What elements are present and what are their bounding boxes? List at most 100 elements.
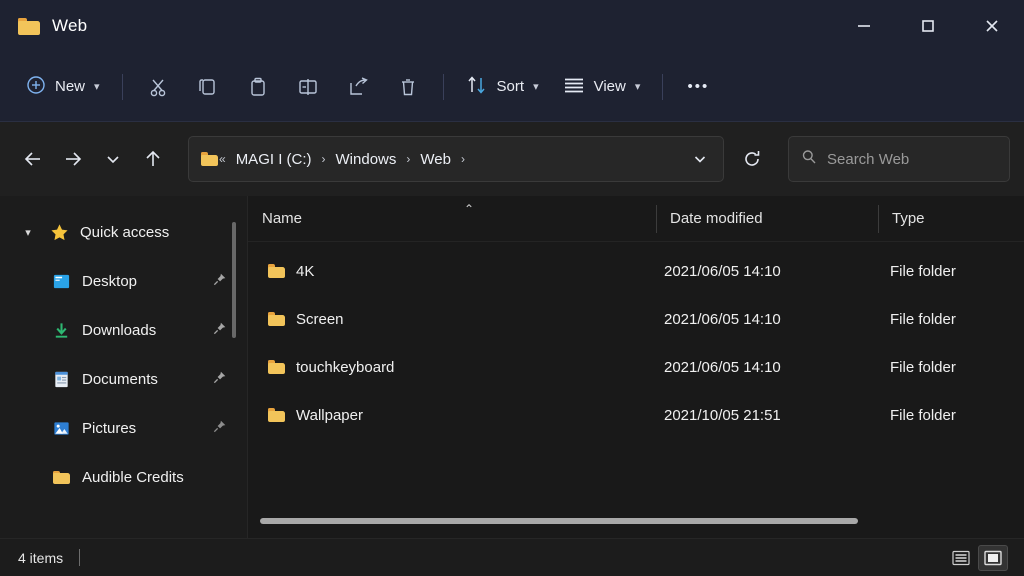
breadcrumb-overflow[interactable]: « <box>218 152 227 166</box>
cut-icon[interactable] <box>133 66 183 108</box>
file-date-modified: 2021/06/05 14:10 <box>664 358 781 376</box>
sidebar-item-audible-credits[interactable]: Audible Credits <box>6 453 242 502</box>
file-date-modified: 2021/10/05 21:51 <box>664 406 781 424</box>
large-icons-view-icon[interactable] <box>978 544 1008 571</box>
ellipsis-icon: ••• <box>687 78 710 95</box>
status-divider <box>79 549 81 566</box>
table-row[interactable]: touchkeyboard 2021/06/05 14:10 File fold… <box>254 343 1018 391</box>
folder-icon <box>268 264 285 278</box>
pin-icon[interactable] <box>212 419 228 438</box>
sidebar-item-documents[interactable]: Documents <box>6 355 242 404</box>
column-header-type[interactable]: Type <box>878 196 1024 242</box>
view-mode-toggles <box>946 544 1014 571</box>
sidebar-item-label: Downloads <box>82 322 157 339</box>
view-button-label: View <box>593 78 626 95</box>
sidebar-scrollbar[interactable] <box>232 222 236 338</box>
breadcrumb-separator[interactable]: › <box>321 152 327 166</box>
sort-button[interactable]: Sort ▾ <box>454 66 551 108</box>
paste-icon[interactable] <box>233 66 283 108</box>
window-title: Web <box>52 16 88 35</box>
file-name-cell: Screen <box>254 311 656 328</box>
navigation-pane: ▾ Quick access Desktop Downloads Documen… <box>0 196 248 538</box>
address-bar-right <box>683 142 717 176</box>
address-dropdown-button[interactable] <box>683 142 717 176</box>
file-type: File folder <box>890 358 956 376</box>
maximize-icon[interactable] <box>896 0 960 52</box>
breadcrumb-separator[interactable]: › <box>405 152 411 166</box>
file-type: File folder <box>890 310 956 328</box>
sidebar-item-pictures[interactable]: Pictures <box>6 404 242 453</box>
file-name: Wallpaper <box>296 406 363 424</box>
sort-button-label: Sort <box>496 78 525 95</box>
folder-icon <box>201 152 218 166</box>
close-icon[interactable] <box>960 0 1024 52</box>
chevron-down-icon: ▾ <box>94 81 100 93</box>
folder-icon <box>268 408 285 422</box>
search-input[interactable]: Search Web <box>827 151 909 168</box>
list-lines-icon <box>563 77 585 97</box>
search-box[interactable]: Search Web <box>788 136 1010 182</box>
column-header-date-modified[interactable]: Date modified <box>656 196 878 242</box>
share-icon[interactable] <box>333 66 383 108</box>
file-type: File folder <box>890 406 956 424</box>
details-view-icon[interactable] <box>946 545 976 571</box>
sidebar-item-downloads[interactable]: Downloads <box>6 306 242 355</box>
file-list-pane: Name ⌃ Date modified Type 4K 2021/06/05 … <box>248 196 1024 538</box>
status-bar: 4 items <box>0 538 1024 576</box>
file-date-modified: 2021/06/05 14:10 <box>664 310 781 328</box>
delete-icon[interactable] <box>383 66 433 108</box>
view-button[interactable]: View ▾ <box>551 66 653 108</box>
file-date-modified: 2021/06/05 14:10 <box>664 262 781 280</box>
scrollbar-thumb[interactable] <box>260 518 858 524</box>
search-icon <box>801 149 817 170</box>
pin-icon[interactable] <box>212 370 228 389</box>
pin-icon[interactable] <box>212 272 228 291</box>
breadcrumb-item-web[interactable]: Web <box>413 147 458 172</box>
new-button-label: New <box>55 78 86 95</box>
table-row[interactable]: 4K 2021/06/05 14:10 File folder <box>254 247 1018 295</box>
toolbar-divider-1 <box>121 73 123 100</box>
new-button[interactable]: New ▾ <box>14 66 112 108</box>
copy-icon[interactable] <box>183 66 233 108</box>
file-name: touchkeyboard <box>296 358 395 376</box>
title-bar: Web <box>0 0 1024 52</box>
sidebar-item-label: Audible Credits <box>82 469 184 486</box>
file-type: File folder <box>890 262 956 280</box>
file-rows: 4K 2021/06/05 14:10 File folder Screen 2… <box>248 242 1024 538</box>
breadcrumb-item-drive[interactable]: MAGI I (C:) <box>229 147 319 172</box>
refresh-button[interactable] <box>732 139 772 179</box>
sidebar-item-label: Documents <box>82 371 158 388</box>
navigation-bar: « MAGI I (C:) › Windows › Web › Search W… <box>0 122 1024 196</box>
column-header-label: Date modified <box>670 210 763 227</box>
chevron-down-icon[interactable]: ▾ <box>18 226 38 239</box>
recent-locations-button[interactable] <box>94 140 132 178</box>
more-options-button[interactable]: ••• <box>673 66 723 108</box>
sidebar-item-desktop[interactable]: Desktop <box>6 257 242 306</box>
file-explorer-window: Web New ▾ Sort ▾ View ▾ ••• « MAGI I (C:… <box>0 0 1024 576</box>
forward-button[interactable] <box>54 140 92 178</box>
horizontal-scrollbar[interactable] <box>260 518 858 524</box>
up-button[interactable] <box>134 140 172 178</box>
back-button[interactable] <box>14 140 52 178</box>
toolbar-divider-3 <box>662 73 664 100</box>
breadcrumb-item-windows[interactable]: Windows <box>329 147 404 172</box>
plus-circle-icon <box>26 75 46 99</box>
pin-icon[interactable] <box>212 321 228 340</box>
minimize-icon[interactable] <box>832 0 896 52</box>
table-row[interactable]: Wallpaper 2021/10/05 21:51 File folder <box>254 391 1018 439</box>
sidebar-item-quick-access[interactable]: ▾ Quick access <box>6 208 242 257</box>
address-bar[interactable]: « MAGI I (C:) › Windows › Web › <box>188 136 724 182</box>
column-header-name[interactable]: Name ⌃ <box>248 196 656 242</box>
sidebar-item-label: Pictures <box>82 420 137 437</box>
sidebar-item-label: Quick access <box>80 224 170 241</box>
table-row[interactable]: Screen 2021/06/05 14:10 File folder <box>254 295 1018 343</box>
column-header-label: Type <box>892 210 925 227</box>
window-controls <box>832 0 1024 52</box>
column-header-label: Name <box>262 210 303 227</box>
rename-icon[interactable] <box>283 66 333 108</box>
pictures-icon <box>50 419 72 438</box>
documents-icon <box>50 370 72 389</box>
file-name: 4K <box>296 262 315 280</box>
folder-icon <box>18 17 40 35</box>
breadcrumb-separator-trailing[interactable]: › <box>460 152 466 166</box>
